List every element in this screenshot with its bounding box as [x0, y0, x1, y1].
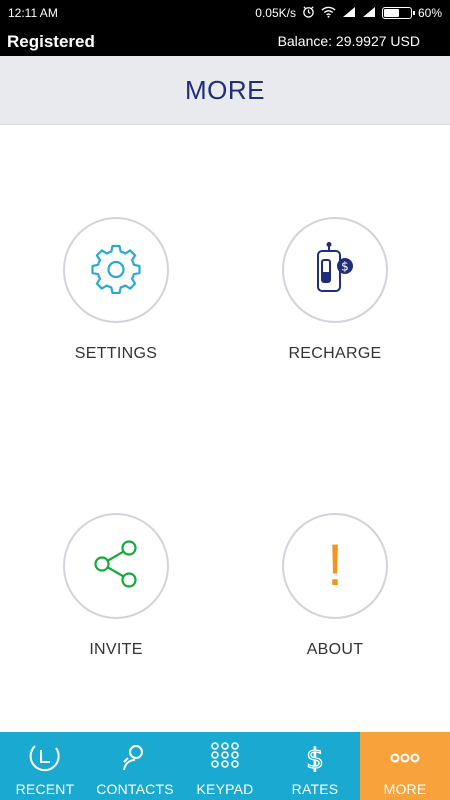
more-icon — [388, 742, 422, 777]
svg-text:$: $ — [306, 742, 324, 772]
page-header: MORE — [0, 56, 450, 125]
nav-recent[interactable]: RECENT — [0, 732, 90, 800]
nav-keypad-label: KEYPAD — [196, 781, 254, 797]
nav-more[interactable]: MORE — [360, 732, 450, 800]
clock-icon — [28, 742, 62, 777]
nav-rates[interactable]: $ RATES — [270, 732, 360, 800]
status-bar: 12:11 AM 0.05K/s 60% — [0, 0, 450, 26]
nav-rates-label: RATES — [291, 781, 339, 797]
phone-dollar-icon: $ — [312, 241, 358, 299]
about-circle[interactable]: ! — [282, 513, 388, 619]
about-tile[interactable]: ! ABOUT — [235, 513, 435, 659]
status-icons: 0.05K/s 60% — [255, 5, 442, 21]
alarm-icon — [302, 5, 315, 21]
keypad-icon — [208, 742, 242, 777]
wifi-icon — [321, 6, 336, 21]
invite-circle[interactable] — [63, 513, 169, 619]
signal-icon — [342, 6, 356, 21]
page-title: MORE — [185, 74, 265, 105]
share-icon — [90, 538, 142, 595]
nav-recent-label: RECENT — [15, 781, 75, 797]
nav-contacts-label: CONTACTS — [96, 781, 174, 797]
recharge-tile[interactable]: $ RECHARGE — [235, 217, 435, 363]
signal-icon-2 — [362, 6, 376, 21]
contact-icon — [118, 742, 152, 777]
exclamation-icon: ! — [326, 533, 344, 598]
settings-label: SETTINGS — [74, 345, 158, 362]
recharge-circle[interactable]: $ — [282, 217, 388, 323]
nav-contacts[interactable]: CONTACTS — [90, 732, 180, 800]
settings-circle[interactable] — [63, 217, 169, 323]
gear-icon — [90, 242, 142, 299]
status-time: 12:11 AM — [8, 6, 58, 20]
balance-label: Balance: 29.9927 USD — [277, 33, 420, 49]
about-label: ABOUT — [306, 641, 364, 658]
nav-more-label: MORE — [383, 781, 427, 797]
invite-tile[interactable]: INVITE — [16, 513, 216, 659]
registration-status: Registered — [7, 32, 95, 51]
bottom-nav: RECENT CONTACTS KEYPAD $ RATES MORE — [0, 732, 450, 800]
battery-icon — [381, 7, 415, 19]
invite-label: INVITE — [89, 641, 143, 658]
dollar-icon: $ — [298, 741, 332, 777]
account-bar: Registered Balance: 29.9927 USD — [0, 26, 450, 56]
recharge-label: RECHARGE — [288, 345, 382, 362]
net-speed: 0.05K/s — [255, 6, 296, 20]
nav-keypad[interactable]: KEYPAD — [180, 732, 270, 800]
svg-text:$: $ — [341, 259, 349, 273]
settings-tile[interactable]: SETTINGS — [16, 217, 216, 363]
battery-percent: 60% — [417, 6, 442, 20]
